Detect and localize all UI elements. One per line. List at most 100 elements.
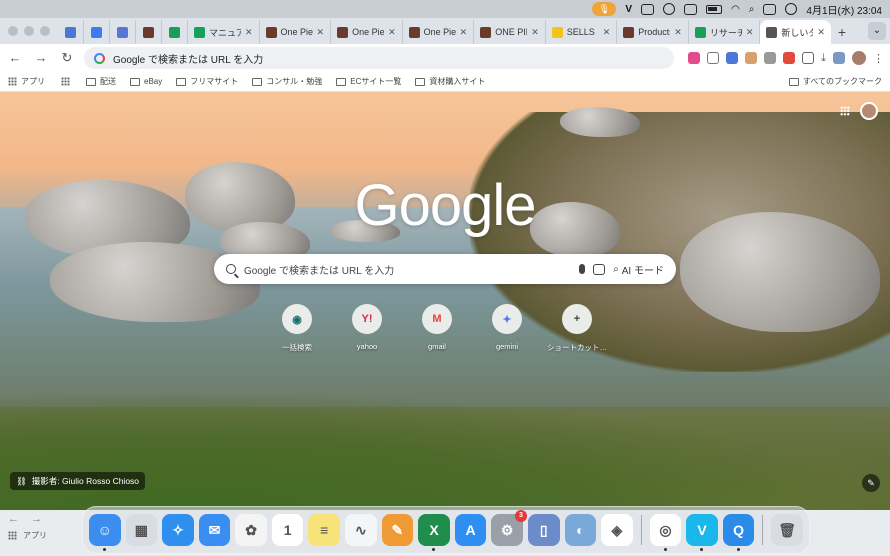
- menu-kebab-icon[interactable]: ⋮: [873, 52, 884, 65]
- zoom-window-button[interactable]: [40, 26, 50, 36]
- pages-dock-icon[interactable]: ✎: [381, 514, 414, 546]
- new-tab-button[interactable]: +: [831, 20, 853, 44]
- extension-icon[interactable]: [833, 52, 845, 64]
- bookmark-folder[interactable]: 資材購入サイト: [415, 76, 485, 87]
- close-tab-icon[interactable]: ✕: [674, 27, 682, 38]
- extension-icon[interactable]: [745, 52, 758, 64]
- shortcut-tile[interactable]: Mgmail: [414, 304, 460, 353]
- extension-icon[interactable]: [764, 52, 777, 64]
- canva-dock-icon[interactable]: ◈: [601, 514, 633, 546]
- bookmark-folder[interactable]: コンサル・勉強: [252, 76, 322, 87]
- tab[interactable]: [162, 20, 188, 44]
- tab-strip: マニュアル✕One Piece✕One Piece✕One Piece✕ONE …: [0, 18, 890, 44]
- tab[interactable]: One Piece✕: [403, 20, 475, 44]
- tab[interactable]: [84, 20, 110, 44]
- finder-dock-icon[interactable]: ☺: [89, 514, 121, 551]
- close-tab-icon[interactable]: ✕: [388, 27, 396, 38]
- back-button[interactable]: ←: [6, 49, 24, 67]
- preview-dock-icon[interactable]: ◐: [564, 514, 597, 546]
- profile-avatar[interactable]: [852, 51, 866, 65]
- screen-icon[interactable]: [641, 3, 655, 15]
- close-window-button[interactable]: [8, 26, 18, 36]
- microphone-in-use-icon[interactable]: 🎙: [592, 2, 617, 16]
- google-icon: [94, 52, 105, 64]
- tab[interactable]: One Piece✕: [331, 20, 403, 44]
- all-bookmarks[interactable]: すべてのブックマーク: [788, 76, 882, 87]
- bookmark-apps[interactable]: アプリ: [8, 76, 45, 87]
- tab-title: ONE PIECE: [495, 27, 527, 37]
- quickq-dock-icon[interactable]: Q: [722, 514, 755, 551]
- extension-icon[interactable]: [688, 52, 701, 64]
- minimize-window-button[interactable]: [24, 26, 34, 36]
- shortcut-tile[interactable]: + ショートカット…: [547, 304, 607, 353]
- app-store-dock-icon[interactable]: A: [454, 514, 487, 546]
- trash-dock-icon[interactable]: 🗑: [771, 514, 803, 546]
- clock[interactable]: 4月1日(水) 23:04: [806, 2, 882, 17]
- ntp-search-box[interactable]: Google で検索または URL を入力 ⌕ AI モード: [214, 254, 676, 284]
- system-settings-dock-icon[interactable]: ⚙ 3: [491, 510, 527, 546]
- tab-groups-icon[interactable]: [61, 77, 70, 86]
- simulator-dock-icon[interactable]: ▯: [527, 514, 560, 546]
- apps-launcher-icon[interactable]: [840, 106, 850, 116]
- bookmark-label: ECサイト一覧: [350, 77, 402, 86]
- tab-search-button[interactable]: ⌄: [868, 22, 886, 40]
- translate-extension-icon[interactable]: [726, 52, 739, 64]
- close-tab-icon[interactable]: ✕: [603, 27, 611, 38]
- close-tab-icon[interactable]: ✕: [317, 27, 325, 38]
- excel-dock-icon[interactable]: X: [418, 514, 450, 551]
- spotlight-search-icon[interactable]: ⌕: [749, 4, 755, 15]
- siri-icon[interactable]: [785, 3, 798, 15]
- status-icon[interactable]: [663, 3, 676, 15]
- tab[interactable]: リサーチ ✕: [689, 20, 761, 44]
- bookmark-folder[interactable]: ECサイト一覧: [336, 76, 401, 87]
- close-tab-icon[interactable]: ✕: [531, 27, 539, 38]
- close-tab-icon[interactable]: ✕: [817, 27, 825, 38]
- forward-button[interactable]: →: [32, 49, 50, 67]
- lens-search-icon[interactable]: [593, 263, 606, 275]
- clipboard-icon[interactable]: [684, 3, 698, 15]
- extension-icon[interactable]: [783, 52, 796, 64]
- control-center-icon[interactable]: [763, 3, 777, 15]
- running-indicator: [736, 548, 740, 551]
- photo-credit[interactable]: ⛓ 撮影者: Giulio Rosso Chioso: [10, 472, 146, 490]
- safari-dock-icon[interactable]: ✧: [162, 514, 194, 546]
- extensions-puzzle-icon[interactable]: [802, 52, 815, 64]
- address-bar[interactable]: Google で検索または URL を入力: [84, 47, 674, 69]
- tab[interactable]: ONE PIECE ✕: [474, 20, 546, 44]
- vimeo-menu-icon[interactable]: V: [625, 4, 632, 15]
- tab[interactable]: Products ✕: [617, 20, 689, 44]
- notes-dock-icon[interactable]: ≡: [308, 514, 341, 546]
- calendar-dock-icon[interactable]: 1: [271, 514, 304, 546]
- tab-active[interactable]: 新しいタブ✕: [760, 20, 831, 44]
- vimeo-dock-icon[interactable]: V: [686, 514, 718, 551]
- ntp-profile-avatar[interactable]: [860, 102, 878, 120]
- freeform-dock-icon[interactable]: ∿: [345, 514, 377, 546]
- launchpad-dock-icon[interactable]: ▦: [125, 514, 158, 546]
- close-tab-icon[interactable]: ✕: [746, 27, 754, 38]
- chrome-dock-icon[interactable]: ◎: [649, 514, 682, 551]
- close-tab-icon[interactable]: ✕: [245, 27, 253, 38]
- tab[interactable]: [110, 20, 136, 44]
- close-tab-icon[interactable]: ✕: [460, 27, 468, 38]
- battery-icon[interactable]: [706, 4, 723, 14]
- wifi-icon[interactable]: ◠: [731, 4, 740, 15]
- download-icon[interactable]: ⤓: [821, 52, 826, 65]
- tab[interactable]: [136, 20, 162, 44]
- tab[interactable]: マニュアル ✕: [188, 20, 260, 44]
- document-extension-icon[interactable]: [707, 52, 720, 64]
- reload-button[interactable]: ↻: [58, 49, 76, 67]
- customize-pencil-icon[interactable]: ✎: [862, 474, 880, 492]
- voice-search-icon[interactable]: [579, 264, 586, 274]
- ai-mode-button[interactable]: ⌕ AI モード: [613, 262, 664, 277]
- tab[interactable]: SELLS ✕: [546, 20, 618, 44]
- shortcut-tile[interactable]: ✦ gemini: [484, 304, 530, 353]
- bookmark-folder[interactable]: eBay: [130, 76, 162, 87]
- tab[interactable]: One Piece✕: [260, 20, 332, 44]
- tab[interactable]: [58, 20, 84, 44]
- shortcut-tile[interactable]: ◉ 一括検索: [274, 304, 320, 353]
- bookmark-folder[interactable]: 配送: [86, 76, 116, 87]
- photos-dock-icon[interactable]: ✿: [235, 514, 267, 546]
- bookmark-folder[interactable]: フリマサイト: [176, 76, 238, 87]
- shortcut-tile[interactable]: Y! yahoo: [344, 304, 390, 353]
- mail-dock-icon[interactable]: ✉: [198, 514, 231, 546]
